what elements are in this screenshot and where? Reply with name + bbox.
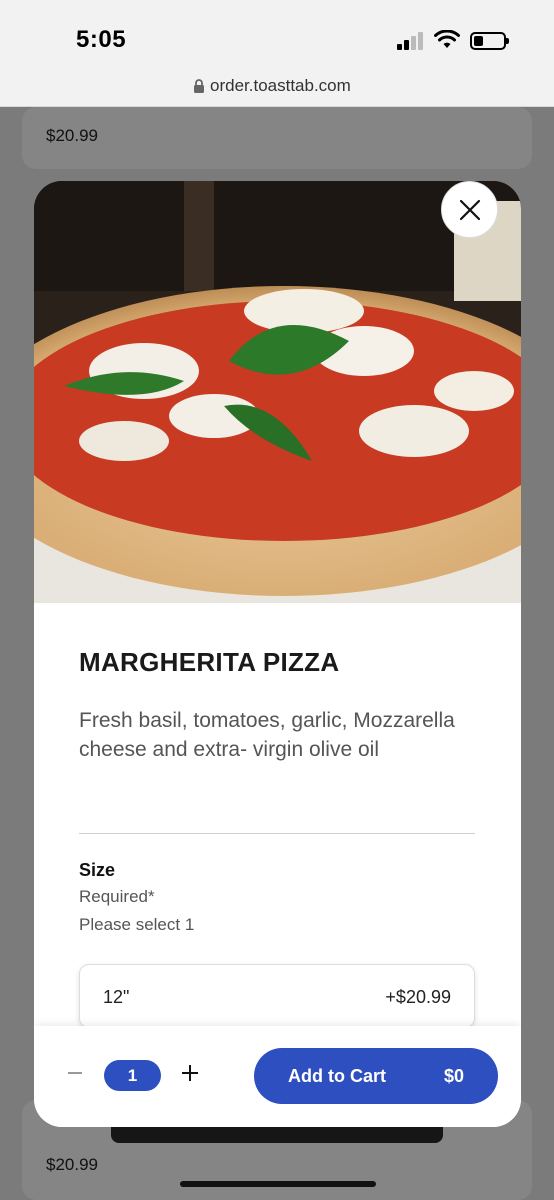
close-icon: [459, 199, 480, 220]
menu-item-price: $20.99: [46, 1155, 98, 1174]
item-detail-modal: MARGHERITA PIZZA Fresh basil, tomatoes, …: [34, 181, 521, 1127]
size-option-12[interactable]: 12" +$20.99: [79, 964, 475, 1028]
close-button[interactable]: [441, 181, 498, 238]
minus-icon: [68, 1072, 82, 1074]
decrease-quantity-button[interactable]: [64, 1062, 86, 1084]
option-label: 12": [103, 987, 130, 1007]
cellular-signal-icon: [397, 32, 425, 50]
wifi-icon: [434, 30, 460, 48]
add-to-cart-price: $0: [443, 1066, 464, 1086]
plus-icon: [182, 1065, 198, 1081]
add-to-cart-button[interactable]: Add to Cart $0: [254, 1048, 498, 1104]
quantity-value: 1: [104, 1060, 161, 1091]
status-time: 5:05: [76, 26, 127, 53]
selection-hint: Please select 1: [79, 915, 195, 934]
cart-footer: 1 Add to Cart $0: [34, 1026, 521, 1127]
status-bar: 5:05: [0, 0, 554, 66]
menu-item-price: $20.99: [46, 126, 98, 145]
increase-quantity-button[interactable]: [179, 1062, 201, 1084]
item-description: Fresh basil, tomatoes, garlic, Mozzarell…: [79, 709, 455, 761]
pizza-photo: [34, 181, 521, 603]
add-to-cart-label: Add to Cart: [288, 1066, 386, 1086]
lock-icon: [194, 79, 204, 93]
menu-item-card[interactable]: [22, 107, 532, 169]
home-indicator: [180, 1181, 376, 1187]
divider: [79, 833, 475, 834]
modifier-group-title: Size: [79, 860, 116, 880]
background-bar: [111, 1125, 443, 1143]
browser-url-bar[interactable]: order.toasttab.com: [0, 66, 554, 107]
battery-icon: [470, 32, 509, 50]
option-price: +$20.99: [385, 987, 451, 1007]
required-label: Required*: [79, 887, 155, 906]
url-text: order.toasttab.com: [210, 76, 351, 95]
item-title: MARGHERITA PIZZA: [79, 647, 340, 677]
